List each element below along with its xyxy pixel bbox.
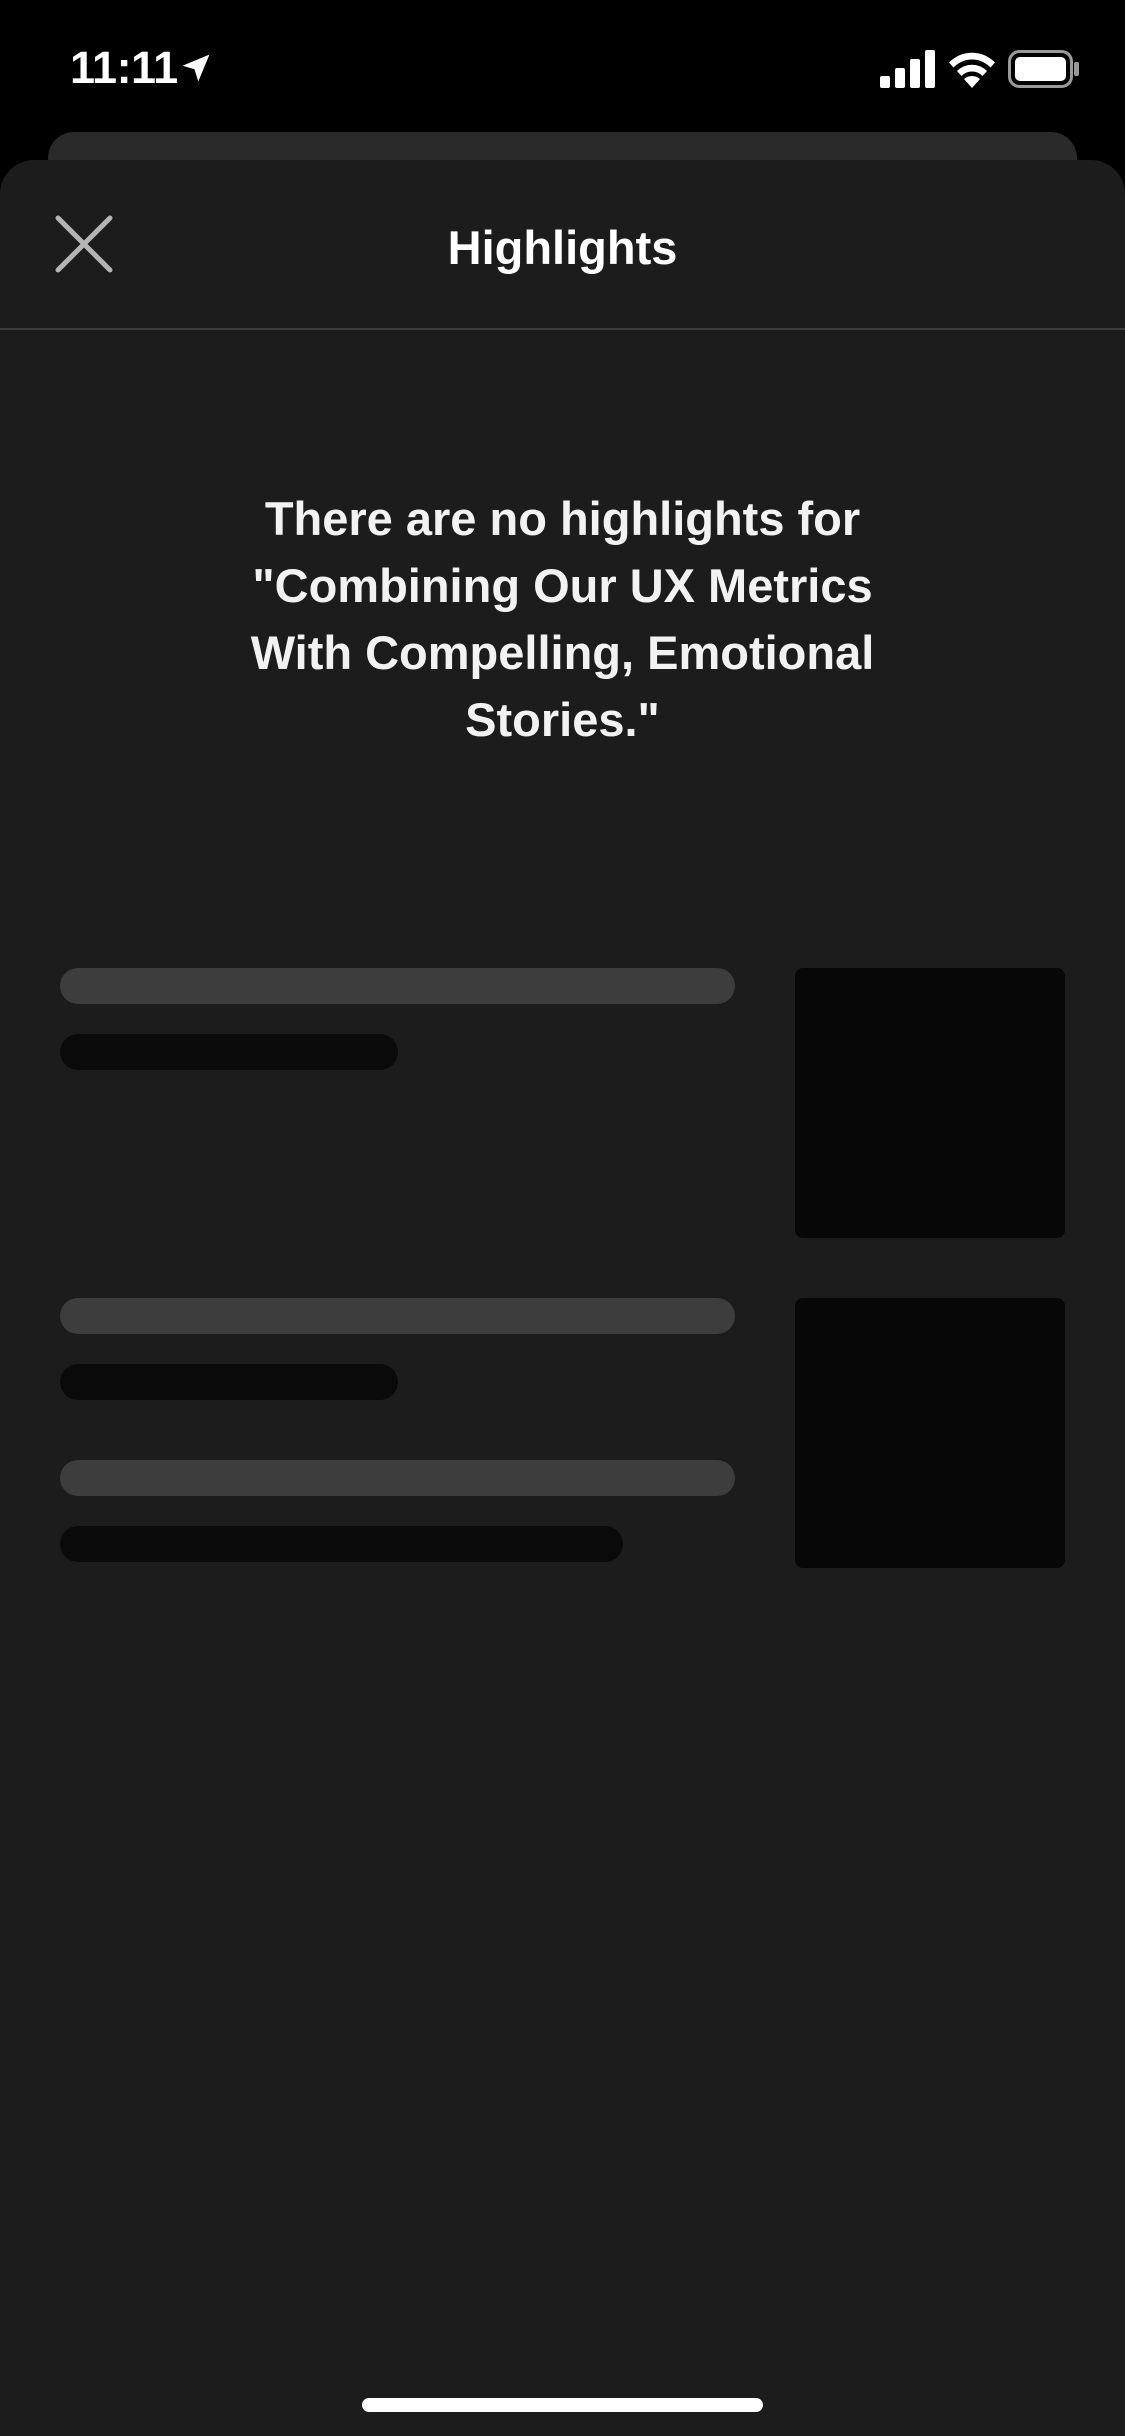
empty-state-message: There are no highlights for "Combining O… (250, 492, 875, 746)
sheet-title: Highlights (447, 221, 678, 274)
skeleton-line (60, 968, 735, 1004)
skeleton-line (60, 1364, 398, 1400)
skeleton-thumbnail (795, 1298, 1065, 1568)
location-arrow-icon (182, 54, 210, 82)
status-bar: 11:11 (0, 0, 1125, 132)
status-time: 11:11 (70, 42, 178, 93)
skeleton-line (60, 1298, 735, 1334)
wifi-icon (949, 52, 995, 88)
home-indicator[interactable] (362, 2398, 763, 2412)
battery-icon (1008, 50, 1079, 88)
skeleton-line (60, 1034, 398, 1070)
skeleton-thumbnail (795, 968, 1065, 1238)
highlights-sheet: Highlights There are no highlights for "… (0, 160, 1125, 2436)
cellular-signal-icon (880, 50, 935, 88)
skeleton-line (60, 1526, 623, 1562)
skeleton-line (60, 1460, 735, 1496)
sheet-header: Highlights (0, 160, 1125, 330)
